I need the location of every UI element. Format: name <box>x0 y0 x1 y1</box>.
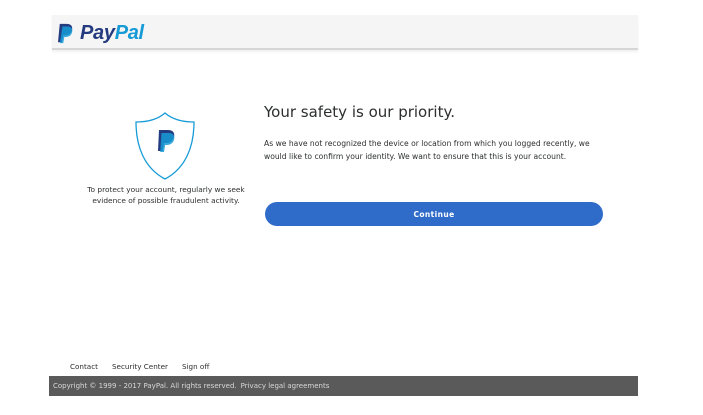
paypal-shield-icon <box>135 112 195 180</box>
paypal-wordmark: PayPal <box>80 22 144 45</box>
paypal-logo[interactable]: PayPal <box>56 22 144 44</box>
footer-link-sign-off[interactable]: Sign off <box>182 362 209 371</box>
continue-button[interactable]: Continue <box>265 202 603 226</box>
logo-pal-text: Pal <box>114 21 144 44</box>
footer-link-contact[interactable]: Contact <box>70 362 98 371</box>
header: PayPal <box>52 15 638 50</box>
copyright-text: Copyright © 1999 - 2017 PayPal. All righ… <box>53 382 237 390</box>
footer-link-security-center[interactable]: Security Center <box>112 362 168 371</box>
verification-message: As we have not recognized the device or … <box>264 139 590 161</box>
protect-account-text: To protect your account, regularly we se… <box>87 185 245 205</box>
logo-pay-text: Pay <box>80 21 115 44</box>
copyright-bar: Copyright © 1999 - 2017 PayPal. All righ… <box>49 376 638 396</box>
privacy-legal-link[interactable]: Privacy legal agreements <box>241 382 330 390</box>
paypal-p-icon <box>58 23 73 43</box>
footer-links: Contact Security Center Sign off <box>70 362 209 371</box>
page-title: Your safety is our priority. <box>264 103 455 121</box>
page: PayPal To protect your account, regularl… <box>0 0 703 415</box>
